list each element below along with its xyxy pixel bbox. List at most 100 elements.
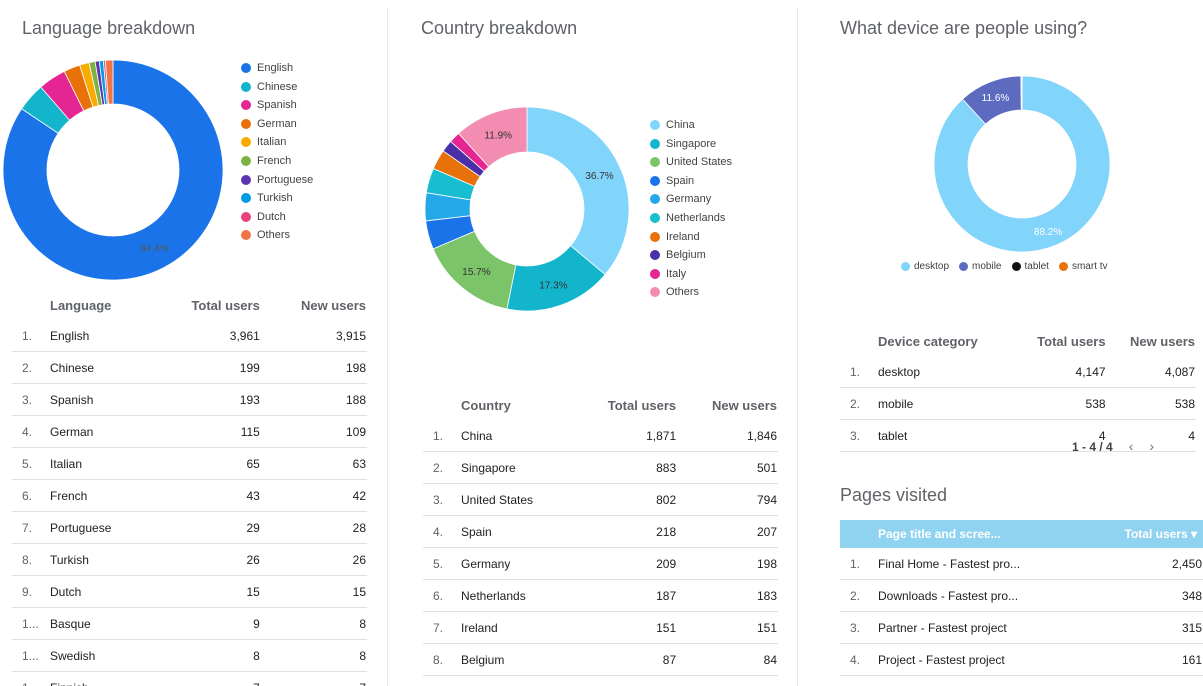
table-row[interactable]: 4. Project - Fastest project 161: [840, 643, 1203, 676]
table-row[interactable]: 1... Swedish 8 8: [12, 639, 367, 672]
row-index: 7.: [12, 511, 49, 544]
table-row[interactable]: 9. Dutch 15 15: [12, 575, 367, 608]
legend-item-spanish[interactable]: Spanish: [241, 96, 313, 115]
table-cell: 42: [260, 479, 367, 512]
column-header-new-users[interactable]: New users: [1107, 326, 1196, 356]
legend-item-dutch[interactable]: Dutch: [241, 208, 313, 227]
table-cell: 188: [260, 383, 367, 416]
legend-label: Germany: [666, 193, 712, 206]
legend-label: smart tv: [1071, 261, 1108, 272]
language-donut-chart[interactable]: 84.4%: [0, 48, 240, 288]
legend-item-china[interactable]: China: [650, 116, 732, 135]
table-row[interactable]: 8. Belgium 87 84: [423, 643, 778, 676]
legend-item-turkish[interactable]: Turkish: [241, 189, 313, 208]
legend-item-mobile[interactable]: mobile: [959, 261, 1002, 272]
row-index: 7.: [423, 611, 460, 644]
legend-item-netherlands[interactable]: Netherlands: [650, 209, 732, 228]
legend-swatch: [241, 118, 251, 129]
column-header-device-category[interactable]: Device category: [877, 326, 1013, 356]
slice-smart-tv[interactable]: [1021, 75, 1023, 111]
legend-item-english[interactable]: English: [241, 59, 313, 78]
column-header-new-users[interactable]: New users: [261, 290, 367, 320]
legend-label: Turkish: [257, 192, 293, 205]
column-header-page-title[interactable]: Page title and scree...: [877, 520, 1088, 548]
table-cell: 26: [260, 543, 367, 576]
table-row[interactable]: 2. Downloads - Fastest pro... 348: [840, 579, 1203, 612]
legend-label: German: [257, 117, 297, 130]
table-cell: 209: [571, 547, 678, 580]
legend-label: mobile: [972, 261, 1002, 272]
table-row[interactable]: 7. Ireland 151 151: [423, 611, 778, 644]
table-row[interactable]: 5. Italian 65 63: [12, 447, 367, 480]
table-cell: Italian: [49, 447, 150, 480]
legend-item-portuguese[interactable]: Portuguese: [241, 171, 313, 190]
legend-swatch: [650, 120, 660, 130]
legend-item-united-states[interactable]: United States: [650, 153, 732, 172]
slice-china[interactable]: [526, 106, 630, 276]
table-row[interactable]: 5.News - Fastest project159: [840, 675, 1203, 686]
legend-item-french[interactable]: French: [241, 152, 313, 171]
table-row[interactable]: 1. English 3,961 3,915: [12, 320, 367, 352]
table-cell: 4,147: [1012, 356, 1107, 388]
table-row[interactable]: 3. United States 802 794: [423, 483, 778, 516]
row-index: 3.: [12, 383, 49, 416]
table-row[interactable]: 1. Final Home - Fastest pro... 2,450: [840, 548, 1203, 580]
table-cell: 8: [260, 607, 367, 640]
table-cell: 26: [149, 543, 261, 576]
legend-item-smart-tv[interactable]: smart tv: [1058, 261, 1108, 272]
legend-item-belgium[interactable]: Belgium: [650, 246, 732, 265]
table-cell: 78: [677, 675, 778, 686]
legend-item-italy[interactable]: Italy: [650, 265, 732, 284]
column-header-language[interactable]: Language: [49, 290, 149, 320]
table-row[interactable]: 1. China 1,871 1,846: [423, 420, 778, 452]
table-cell: tablet: [877, 419, 1013, 452]
legend-swatch: [959, 262, 969, 271]
table-row[interactable]: 1... Basque 9 8: [12, 607, 367, 640]
table-row[interactable]: 2. mobile 538 538: [840, 387, 1196, 420]
row-index: 4.: [12, 415, 49, 448]
table-cell: 115: [149, 415, 261, 448]
table-row[interactable]: 1. desktop 4,147 4,087: [840, 356, 1196, 388]
table-row[interactable]: 2. Singapore 883 501: [423, 451, 778, 484]
table-cell: 151: [677, 611, 778, 644]
table-row[interactable]: 4. German 115 109: [12, 415, 367, 448]
legend-item-desktop[interactable]: desktop: [901, 261, 949, 272]
table-row[interactable]: 4. Spain 218 207: [423, 515, 778, 548]
table-row[interactable]: 1...Finnish77: [12, 671, 367, 686]
column-header-total-users[interactable]: Total users: [571, 390, 677, 420]
table-cell: 198: [260, 351, 367, 384]
legend-item-singapore[interactable]: Singapore: [650, 135, 732, 154]
legend-item-spain[interactable]: Spain: [650, 172, 732, 191]
legend-item-others[interactable]: Others: [650, 283, 732, 302]
table-row[interactable]: 9.Italy8278: [423, 675, 778, 686]
table-row[interactable]: 6. Netherlands 187 183: [423, 579, 778, 612]
column-header-new-users[interactable]: New users: [677, 390, 778, 420]
table-row[interactable]: 6. French 43 42: [12, 479, 367, 512]
language-table: Language Total users New users 1. English…: [12, 290, 367, 686]
device-donut-chart[interactable]: 88.2% 11.6%: [932, 74, 1112, 254]
table-row[interactable]: 8. Turkish 26 26: [12, 543, 367, 576]
table-cell: desktop: [877, 356, 1013, 388]
chevron-left-icon[interactable]: ‹: [1129, 438, 1134, 454]
table-row[interactable]: 7. Portuguese 29 28: [12, 511, 367, 544]
legend-item-german[interactable]: German: [241, 115, 313, 134]
legend-item-germany[interactable]: Germany: [650, 190, 732, 209]
column-header-total-users[interactable]: Total users: [149, 290, 260, 320]
table-row[interactable]: 3. Partner - Fastest project 315: [840, 611, 1203, 644]
legend-item-italian[interactable]: Italian: [241, 133, 313, 152]
table-cell: 84: [677, 643, 778, 676]
legend-item-chinese[interactable]: Chinese: [241, 78, 313, 97]
legend-item-ireland[interactable]: Ireland: [650, 228, 732, 247]
column-header-total-users-sort[interactable]: Total users ▾: [1087, 520, 1203, 548]
legend-item-others[interactable]: Others: [241, 226, 313, 245]
column-header-country[interactable]: Country: [460, 390, 571, 420]
table-row[interactable]: 5. Germany 209 198: [423, 547, 778, 580]
table-row[interactable]: 2. Chinese 199 198: [12, 351, 367, 384]
table-row[interactable]: 3. Spanish 193 188: [12, 383, 367, 416]
legend-label: Italian: [257, 136, 287, 149]
column-header-total-users[interactable]: Total users: [1013, 326, 1107, 356]
chevron-right-icon[interactable]: ›: [1149, 438, 1154, 454]
legend-item-tablet[interactable]: tablet: [1011, 261, 1049, 272]
row-index: 4.: [840, 643, 877, 676]
country-donut-chart[interactable]: 36.7% 17.3% 15.7% 11.9%: [422, 104, 632, 314]
